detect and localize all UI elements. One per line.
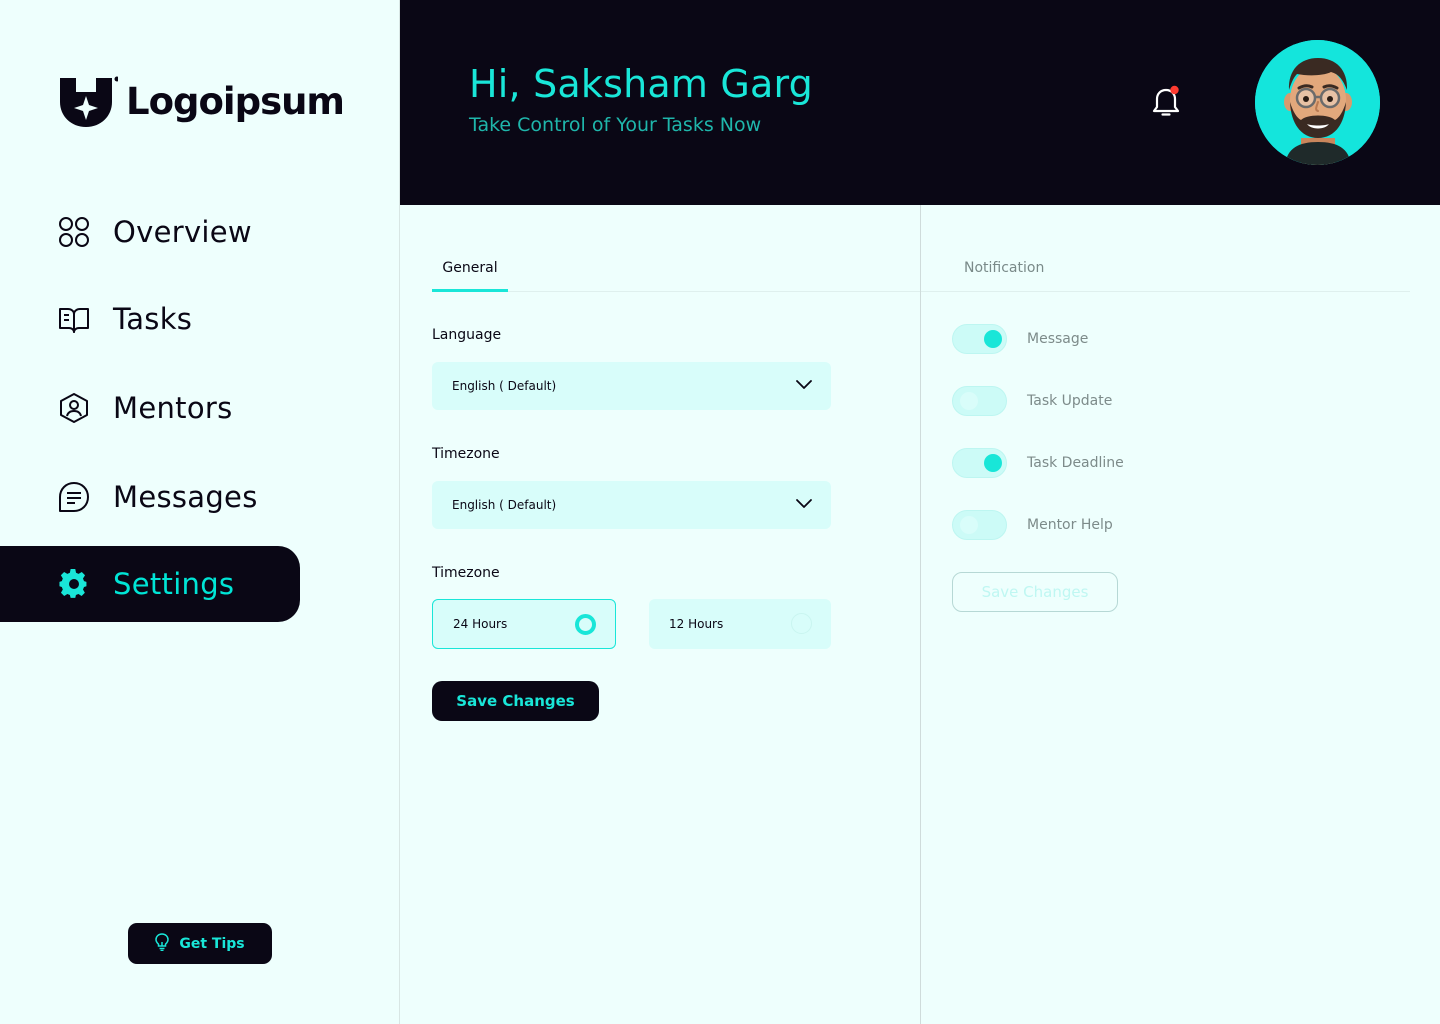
page-subtitle: Take Control of Your Tasks Now [469, 114, 762, 136]
toggle-label: Task Update [1027, 393, 1113, 409]
tab-general-label: General [442, 260, 498, 276]
tab-general[interactable]: General [432, 260, 508, 292]
lightbulb-icon [155, 932, 170, 955]
toggle-knob [960, 516, 978, 534]
toggle-mentor-help[interactable] [952, 510, 1007, 540]
toggle-label: Mentor Help [1027, 517, 1113, 533]
brand-name: Logoipsum [126, 79, 345, 123]
brand-logo[interactable]: Logoipsum [60, 76, 345, 128]
get-tips-label: Get Tips [179, 935, 245, 952]
tab-bar-line [921, 291, 1410, 292]
logo-mark-icon [60, 76, 120, 128]
toggle-message[interactable] [952, 324, 1007, 354]
avatar[interactable] [1255, 40, 1380, 165]
save-notification-changes-button[interactable]: Save Changes [952, 572, 1118, 612]
toggle-row-message: Message [952, 324, 1088, 354]
toggle-row-task-deadline: Task Deadline [952, 448, 1124, 478]
active-tab-indicator [432, 289, 508, 292]
toggle-row-task-update: Task Update [952, 386, 1112, 416]
toggle-knob [960, 392, 978, 410]
get-tips-button[interactable]: Get Tips [128, 923, 272, 964]
toggle-label: Task Deadline [1027, 455, 1124, 471]
chevron-down-icon [795, 377, 813, 396]
user-badge-icon [58, 392, 90, 424]
radio-12-hours-label: 12 Hours [669, 617, 724, 631]
sidebar-item-label: Messages [113, 480, 258, 514]
sidebar-item-label: Mentors [113, 391, 233, 425]
sidebar: Logoipsum Overview Tasks Mentors Message… [0, 0, 400, 1024]
sidebar-item-label: Overview [113, 215, 252, 249]
sidebar-item-label: Tasks [113, 302, 193, 336]
notification-bell-button[interactable] [1150, 84, 1184, 120]
sidebar-item-label: Settings [113, 567, 235, 601]
grid-icon [58, 216, 90, 248]
notification-dot [1170, 85, 1179, 95]
bell-icon [1150, 85, 1184, 124]
page-title: Hi, Saksham Garg [469, 62, 813, 106]
language-label: Language [432, 327, 502, 343]
chevron-down-icon [795, 496, 813, 515]
radio-12-hours[interactable]: 12 Hours [649, 599, 831, 649]
radio-24-hours-label: 24 Hours [453, 617, 508, 631]
toggle-knob [984, 454, 1002, 472]
sidebar-item-messages[interactable]: Messages [0, 459, 300, 535]
toggle-label: Message [1027, 331, 1089, 347]
radio-selected-indicator [575, 614, 596, 635]
timezone-select-value: English ( Default) [452, 498, 557, 512]
toggle-row-mentor-help: Mentor Help [952, 510, 1113, 540]
toggle-knob [984, 330, 1002, 348]
radio-24-hours[interactable]: 24 Hours [432, 599, 616, 649]
timezone-select[interactable]: English ( Default) [432, 481, 831, 529]
language-select-value: English ( Default) [452, 379, 557, 393]
sidebar-item-overview[interactable]: Overview [0, 194, 300, 270]
toggle-task-update[interactable] [952, 386, 1007, 416]
gear-icon [58, 568, 90, 600]
book-icon [58, 303, 90, 335]
toggle-task-deadline[interactable] [952, 448, 1007, 478]
sidebar-item-settings[interactable]: Settings [0, 546, 300, 622]
radio-unselected-indicator [791, 613, 812, 634]
sidebar-item-tasks[interactable]: Tasks [0, 281, 300, 357]
timezone-label: Timezone [432, 446, 500, 462]
save-changes-button[interactable]: Save Changes [432, 681, 599, 721]
panel-divider [920, 205, 921, 1024]
time-format-label: Timezone [432, 565, 500, 581]
tab-notification[interactable]: Notification [964, 260, 1044, 276]
language-select[interactable]: English ( Default) [432, 362, 831, 410]
top-header: Hi, Saksham Garg Take Control of Your Ta… [400, 0, 1440, 205]
sidebar-item-mentors[interactable]: Mentors [0, 370, 300, 446]
chat-icon [58, 481, 90, 513]
